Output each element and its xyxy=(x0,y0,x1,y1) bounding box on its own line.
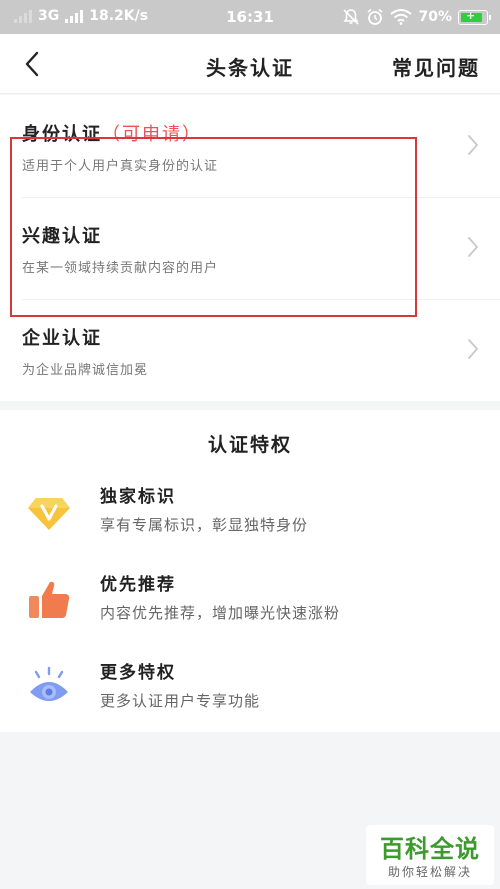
perk-desc: 内容优先推荐，增加曝光快速涨粉 xyxy=(100,604,341,622)
perk-item: 更多特权 更多认证用户专享功能 xyxy=(0,658,500,728)
item-title: 兴趣认证 xyxy=(22,226,102,247)
watermark-main: 百科全说 xyxy=(380,835,480,863)
chevron-right-icon xyxy=(468,339,479,359)
perk-title: 优先推荐 xyxy=(100,575,176,595)
list-item-interest-cert[interactable]: 兴趣认证 在某一领域持续贡献内容的用户 xyxy=(0,197,500,299)
perk-title: 独家标识 xyxy=(100,487,176,507)
perk-desc: 享有专属标识，彰显独特身份 xyxy=(100,516,309,534)
eye-icon xyxy=(30,666,68,701)
status-bar-right: 70% + xyxy=(342,8,491,26)
item-title: 企业认证 xyxy=(22,328,102,349)
list-item-enterprise-cert[interactable]: 企业认证 为企业品牌诚信加冕 xyxy=(0,299,500,401)
battery-icon: + xyxy=(458,9,491,25)
diamond-v-icon xyxy=(28,498,70,530)
notification-off-icon xyxy=(343,9,360,25)
apply-badge: （可申请） xyxy=(102,124,202,145)
chevron-right-icon xyxy=(468,135,479,155)
certification-list: 身份认证（可申请） 适用于个人用户真实身份的认证 兴趣认证 在某一领域持续贡献内… xyxy=(0,95,500,401)
perks-section: 认证特权 独家标识 享有专属标识，彰显独特身份 优先推荐 内容优先推荐，增加曝光… xyxy=(0,410,500,732)
item-desc: 为企业品牌诚信加冕 xyxy=(22,363,149,378)
watermark-sub: 助你轻松解决 xyxy=(387,865,472,879)
perk-desc: 更多认证用户专享功能 xyxy=(100,692,261,710)
item-desc: 在某一领域持续贡献内容的用户 xyxy=(22,261,219,276)
faq-button[interactable]: 常见问题 xyxy=(392,52,480,81)
thumbs-up-icon xyxy=(29,581,70,618)
perk-item: 优先推荐 内容优先推荐，增加曝光快速涨粉 xyxy=(0,570,500,640)
nav-bar: 头条认证 常见问题 xyxy=(0,34,500,94)
battery-percent: 70% xyxy=(418,9,452,25)
watermark-logo: 百科全说 助你轻松解决 xyxy=(366,825,494,885)
wifi-icon xyxy=(390,9,413,25)
item-title-text: 身份认证 xyxy=(22,124,102,145)
item-title: 身份认证（可申请） xyxy=(22,120,202,146)
alarm-icon xyxy=(367,8,383,25)
perk-title: 更多特权 xyxy=(100,663,176,683)
item-desc: 适用于个人用户真实身份的认证 xyxy=(22,159,219,174)
perks-title: 认证特权 xyxy=(207,434,292,456)
list-item-identity-cert[interactable]: 身份认证（可申请） 适用于个人用户真实身份的认证 xyxy=(0,95,500,197)
chevron-right-icon xyxy=(468,237,479,257)
perk-item: 独家标识 享有专属标识，彰显独特身份 xyxy=(0,482,500,552)
status-bar: 3G 18.2K/s 16:31 70% + xyxy=(0,0,500,34)
